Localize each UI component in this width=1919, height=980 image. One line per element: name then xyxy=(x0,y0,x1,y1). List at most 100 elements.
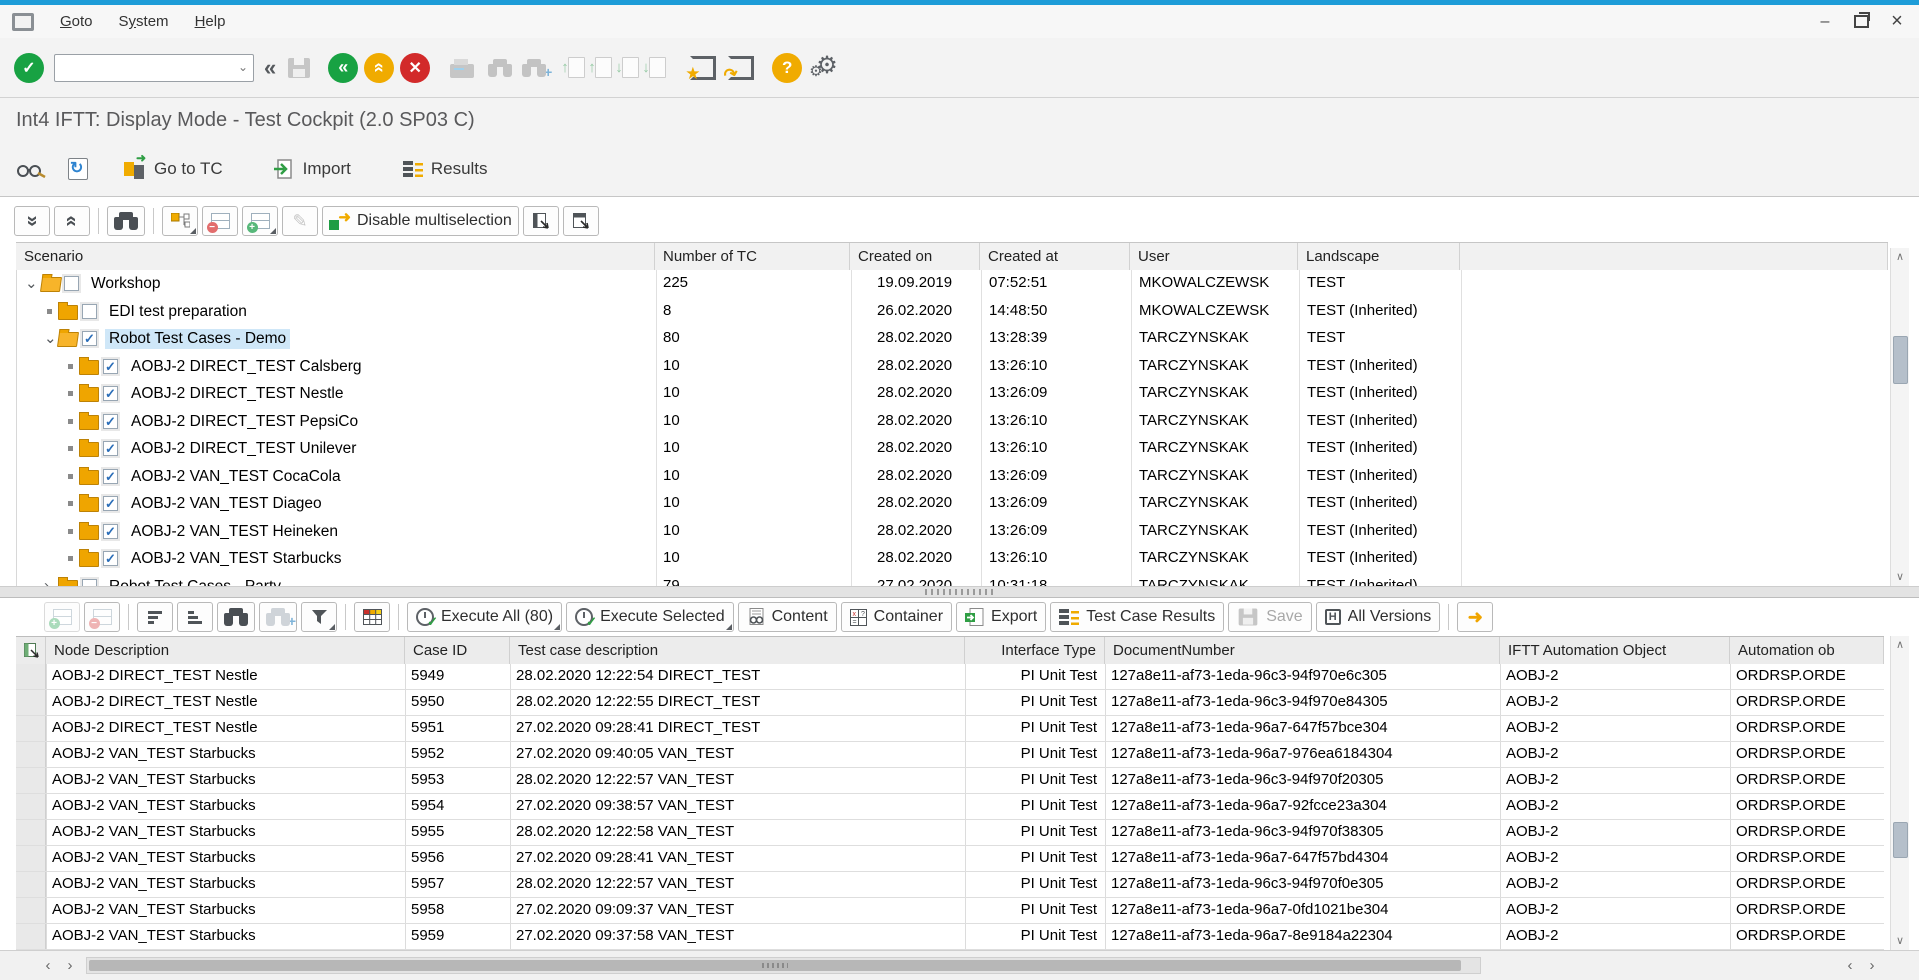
expand-node-icon[interactable]: › xyxy=(44,577,49,587)
tree-row[interactable]: ✓AOBJ-2 VAN_TEST Diageo1028.02.202013:26… xyxy=(17,490,1889,518)
scroll-left-icon[interactable]: ‹ xyxy=(38,956,58,976)
refresh-icon[interactable]: ↻ xyxy=(68,158,88,180)
tree-column-header[interactable]: Landscape xyxy=(1298,243,1460,270)
tree-node-label[interactable]: AOBJ-2 VAN_TEST Starbucks xyxy=(127,549,345,569)
row-selector-cell[interactable] xyxy=(16,846,46,871)
grid-column-header[interactable]: Case ID xyxy=(405,637,510,664)
node-checkbox[interactable]: ✓ xyxy=(103,496,118,511)
grid-row[interactable]: AOBJ-2 VAN_TEST Starbucks595427.02.2020 … xyxy=(16,794,1884,820)
scroll-down-icon[interactable]: ∨ xyxy=(1891,932,1909,950)
save-icon[interactable] xyxy=(288,58,310,78)
node-checkbox[interactable]: ✓ xyxy=(103,414,118,429)
previous-page-icon[interactable]: ↑ xyxy=(595,57,612,78)
import-button[interactable]: Import xyxy=(273,159,351,179)
scroll-up-icon[interactable]: ∧ xyxy=(1891,636,1909,654)
row-selector-cell[interactable] xyxy=(16,690,46,715)
scroll-right-icon[interactable]: › xyxy=(60,956,80,976)
enter-check-icon[interactable]: ✓ xyxy=(14,53,44,83)
tree-row[interactable]: ✓AOBJ-2 VAN_TEST CocaCola1028.02.202013:… xyxy=(17,463,1889,491)
tree-vertical-scrollbar[interactable]: ∧ ∨ xyxy=(1890,248,1909,586)
scroll-right-icon[interactable]: › xyxy=(1862,956,1882,976)
node-checkbox[interactable]: ✓ xyxy=(82,331,97,346)
tree-node-label[interactable]: Workshop xyxy=(87,274,165,294)
node-checkbox[interactable]: ✓ xyxy=(103,386,118,401)
grid-column-header[interactable]: IFTT Automation Object xyxy=(1500,637,1730,664)
grid-vertical-scrollbar[interactable]: ∧ ∨ xyxy=(1890,636,1909,950)
row-selector-cell[interactable] xyxy=(16,716,46,741)
filter-button[interactable] xyxy=(301,602,337,632)
row-selector-cell[interactable] xyxy=(16,742,46,767)
chevron-down-icon[interactable]: ⌄ xyxy=(238,60,248,74)
node-checkbox[interactable]: ✓ xyxy=(103,359,118,374)
splitter-grip[interactable] xyxy=(925,589,995,595)
menu-help[interactable]: Help xyxy=(195,13,226,30)
tree-node-label[interactable]: AOBJ-2 VAN_TEST Heineken xyxy=(127,522,342,542)
go-to-tc-button[interactable]: ➜ Go to TC xyxy=(124,159,223,179)
tree-row[interactable]: ⌄✓Robot Test Cases - Demo8028.02.202013:… xyxy=(17,325,1889,353)
node-checkbox[interactable]: ✓ xyxy=(103,524,118,539)
grid-row[interactable]: AOBJ-2 VAN_TEST Starbucks595728.02.2020 … xyxy=(16,872,1884,898)
execute-selected-button[interactable]: ✓ Execute Selected xyxy=(566,602,734,632)
tree-node-label[interactable]: AOBJ-2 DIRECT_TEST Calsberg xyxy=(127,357,366,377)
tree-row[interactable]: ⌄Workshop22519.09.201907:52:51MKOWALCZEW… xyxy=(17,270,1889,298)
tree-column-header[interactable]: Created at xyxy=(980,243,1130,270)
select-rows-button[interactable] xyxy=(563,206,599,236)
create-shortcut-icon[interactable]: ★ xyxy=(690,56,716,80)
forward-button[interactable]: ➜ xyxy=(1457,602,1493,632)
row-selector-cell[interactable] xyxy=(16,794,46,819)
node-checkbox[interactable]: ✓ xyxy=(103,441,118,456)
disable-multiselection-button[interactable]: ➜ Disable multiselection xyxy=(322,206,519,236)
grid-row[interactable]: AOBJ-2 VAN_TEST Starbucks595227.02.2020 … xyxy=(16,742,1884,768)
maximize-button[interactable] xyxy=(1847,11,1875,33)
grid-column-header[interactable]: Interface Type xyxy=(965,637,1105,664)
find-button[interactable] xyxy=(217,602,255,632)
tree-row[interactable]: ›Robot Test Cases - Party7927.02.202010:… xyxy=(17,573,1889,587)
scrollbar-thumb[interactable] xyxy=(1893,336,1908,384)
minimize-button[interactable]: – xyxy=(1811,11,1839,33)
tree-node-label[interactable]: AOBJ-2 DIRECT_TEST PepsiCo xyxy=(127,412,362,432)
find-button[interactable] xyxy=(107,206,145,236)
command-field[interactable] xyxy=(54,54,254,82)
find-next-icon[interactable]: + xyxy=(522,59,546,77)
print-icon[interactable] xyxy=(450,64,474,78)
save-button[interactable]: Save xyxy=(1228,602,1311,632)
node-checkbox[interactable]: ✓ xyxy=(103,551,118,566)
tree-node-label[interactable]: AOBJ-2 VAN_TEST Diageo xyxy=(127,494,326,514)
session-icon[interactable] xyxy=(12,13,34,31)
all-versions-button[interactable]: H All Versions xyxy=(1316,602,1441,632)
help-icon[interactable]: ? xyxy=(772,53,802,83)
scroll-left-icon[interactable]: ‹ xyxy=(1840,956,1860,976)
execute-all-button[interactable]: ✓ Execute All (80) xyxy=(407,602,562,632)
content-button[interactable]: Content xyxy=(738,602,837,632)
display-change-icon[interactable] xyxy=(16,160,46,178)
horizontal-splitter[interactable] xyxy=(0,586,1919,598)
tree-row[interactable]: ✓AOBJ-2 VAN_TEST Starbucks1028.02.202013… xyxy=(17,545,1889,573)
row-selector-cell[interactable] xyxy=(16,924,46,949)
node-checkbox[interactable] xyxy=(82,579,97,587)
scroll-down-icon[interactable]: ∨ xyxy=(1891,568,1909,586)
grid-row[interactable]: AOBJ-2 DIRECT_TEST Nestle595127.02.2020 … xyxy=(16,716,1884,742)
select-all-icon[interactable] xyxy=(16,637,46,664)
row-selector-cell[interactable] xyxy=(16,872,46,897)
collapse-node-icon[interactable]: ⌄ xyxy=(25,274,38,292)
close-button[interactable]: × xyxy=(1883,11,1911,33)
tree-column-header[interactable] xyxy=(1460,243,1888,270)
menu-goto[interactable]: Goto xyxy=(60,13,93,30)
find-icon[interactable] xyxy=(488,59,512,77)
scrollbar-thumb[interactable] xyxy=(1893,822,1908,858)
tree-row[interactable]: ✓AOBJ-2 VAN_TEST Heineken1028.02.202013:… xyxy=(17,518,1889,546)
row-selector-cell[interactable] xyxy=(16,768,46,793)
sort-ascending-button[interactable] xyxy=(137,602,173,632)
last-page-icon[interactable]: ↓ xyxy=(649,57,666,78)
node-checkbox[interactable]: ✓ xyxy=(103,469,118,484)
tree-node-label[interactable]: Robot Test Cases - Demo xyxy=(105,329,290,349)
tree-column-header[interactable]: Created on xyxy=(850,243,980,270)
results-button[interactable]: Results xyxy=(403,159,488,179)
select-columns-button[interactable] xyxy=(523,206,559,236)
exit-icon[interactable]: « xyxy=(364,53,394,83)
grid-column-header[interactable]: Automation ob xyxy=(1730,637,1884,664)
row-selector-cell[interactable] xyxy=(16,664,46,689)
add-row-button[interactable]: + xyxy=(44,602,80,632)
customize-layout-icon[interactable]: ⚙⚙ xyxy=(810,53,840,83)
generate-shortcut-icon[interactable]: ↷ xyxy=(728,56,754,80)
